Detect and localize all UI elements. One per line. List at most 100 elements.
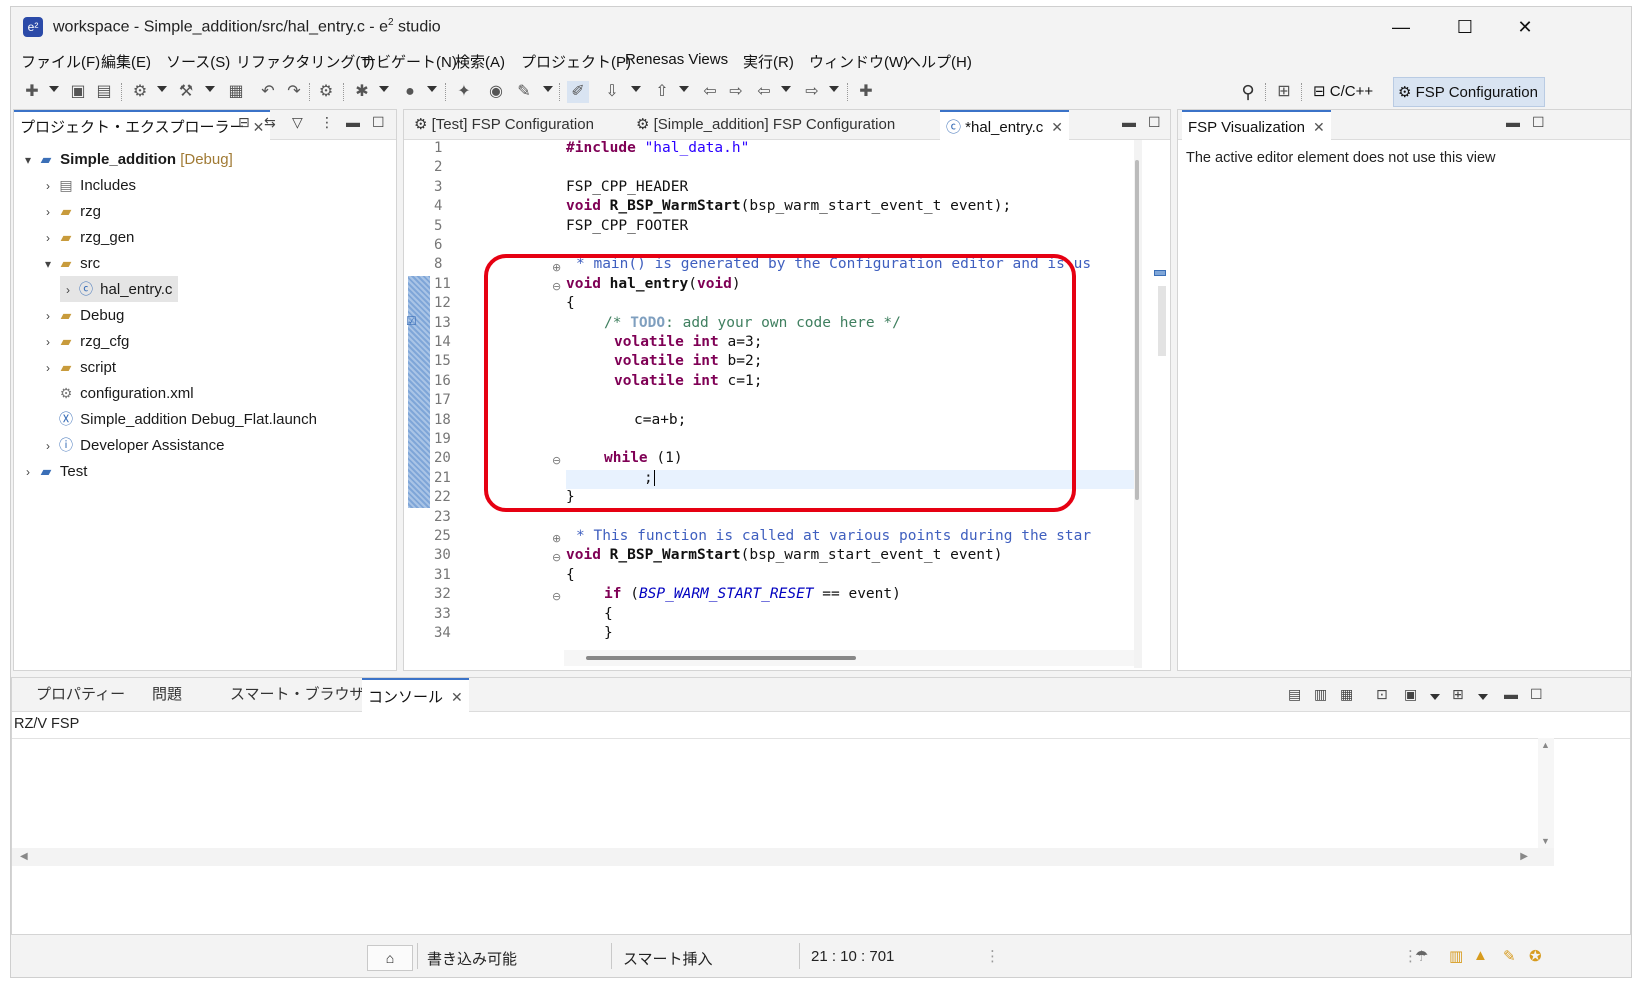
forward-dropdown-icon[interactable] <box>829 86 839 92</box>
close-icon[interactable]: ✕ <box>1313 119 1325 135</box>
close-icon[interactable]: ✕ <box>253 119 265 135</box>
tree-item-configuration-xml[interactable]: ⚙ configuration.xml <box>56 380 194 406</box>
next-annotation-dropdown-icon[interactable] <box>631 86 641 92</box>
fold-collapse-icon[interactable]: ⊖ <box>552 590 561 603</box>
smart-icon[interactable]: ✪ <box>1529 947 1542 965</box>
minimize-view-icon[interactable]: ▬ <box>1506 114 1520 130</box>
chevron-down-icon[interactable]: ▾ <box>20 147 36 173</box>
tab-hal-entry[interactable]: ⓒ *hal_entry.c ✕ <box>940 110 1070 140</box>
binary-icon[interactable]: ▦ <box>225 81 247 103</box>
maximize-view-icon[interactable]: ☐ <box>372 114 385 131</box>
view-menu-icon[interactable]: ⋮ <box>320 114 334 131</box>
open-perspective-2-icon[interactable]: ⊞ <box>1273 81 1295 103</box>
scrollbar-thumb[interactable] <box>586 656 856 660</box>
console-output[interactable] <box>12 738 1630 848</box>
tab-project-explorer[interactable]: プロジェクト・エクスプローラー ✕ <box>14 110 271 140</box>
build-config-icon[interactable]: ⚙ <box>129 81 151 103</box>
scroll-down-icon[interactable]: ▼ <box>1541 836 1550 846</box>
tab-test-fsp-config[interactable]: ⚙ [Test] FSP Configuration <box>408 110 600 140</box>
tree-item-src[interactable]: ▾ ▰ src <box>40 250 100 276</box>
menu-help[interactable]: ヘルプ(H) <box>906 51 972 72</box>
menu-file[interactable]: ファイル(F) <box>21 51 100 72</box>
menu-run[interactable]: 実行(R) <box>743 51 794 72</box>
search-icon[interactable]: ⚲ <box>1237 81 1259 103</box>
tree-item-rzg-gen[interactable]: › ▰ rzg_gen <box>40 224 134 250</box>
scrollbar-thumb[interactable] <box>1135 160 1139 500</box>
settings-gear-icon[interactable]: ⚙ <box>315 81 337 103</box>
close-button[interactable]: ✕ <box>1495 11 1555 43</box>
console-horizontal-scrollbar[interactable]: ◀ ▶ <box>12 848 1554 866</box>
back-dropdown-icon[interactable] <box>781 86 791 92</box>
tree-item-rzg-cfg[interactable]: › ▰ rzg_cfg <box>40 328 129 354</box>
tab-problems[interactable]: 問題 <box>146 678 188 712</box>
open-perspective-icon[interactable]: ✚ <box>855 81 877 103</box>
save-all-icon[interactable]: ▤ <box>93 81 115 103</box>
chevron-right-icon[interactable]: › <box>40 199 56 225</box>
minimize-view-icon[interactable]: ▬ <box>346 114 360 130</box>
overview-ruler-thumb[interactable] <box>1158 286 1166 356</box>
minimize-view-icon[interactable]: ▬ <box>1122 114 1136 130</box>
open-type-icon[interactable]: ◉ <box>485 81 507 103</box>
scroll-right-icon[interactable]: ▶ <box>1520 851 1528 862</box>
run-icon[interactable]: ● <box>399 81 421 103</box>
overview-ruler-marker[interactable] <box>1154 270 1166 276</box>
new-console-dropdown-icon[interactable] <box>1478 694 1488 700</box>
learn-icon[interactable]: ▲ <box>1473 947 1488 964</box>
new-console-icon[interactable]: ⊞ <box>1452 686 1464 703</box>
scroll-left-icon[interactable]: ◀ <box>20 851 28 862</box>
menu-window[interactable]: ウィンドウ(W) <box>809 51 908 72</box>
maximize-button[interactable]: ☐ <box>1435 11 1495 43</box>
perspective-fsp-button[interactable]: ⚙ FSP Configuration <box>1393 77 1545 107</box>
close-icon[interactable]: ✕ <box>451 689 463 705</box>
maximize-view-icon[interactable]: ☐ <box>1532 114 1545 131</box>
menu-search[interactable]: 検索(A) <box>455 51 505 72</box>
menu-renesas-views[interactable]: Renesas Views <box>625 51 728 68</box>
maximize-view-icon[interactable]: ☐ <box>1530 686 1543 703</box>
undo-icon[interactable]: ↶ <box>257 81 279 103</box>
chevron-right-icon[interactable]: › <box>40 433 56 459</box>
prev-annotation-icon[interactable]: ⇧ <box>651 81 673 103</box>
save-icon[interactable]: ▣ <box>67 81 89 103</box>
tab-console[interactable]: コンソール ✕ <box>362 678 469 712</box>
word-wrap-icon[interactable]: ▦ <box>1340 686 1353 703</box>
build-config-dropdown-icon[interactable] <box>157 86 167 92</box>
tree-item-test[interactable]: › ▰ Test <box>20 458 87 484</box>
back-icon[interactable]: ⇦ <box>753 81 775 103</box>
console-vertical-scrollbar[interactable]: ▲ ▼ <box>1538 738 1554 848</box>
menu-edit[interactable]: 編集(E) <box>101 51 151 72</box>
target-icon[interactable]: ✦ <box>453 81 475 103</box>
pen-dropdown-icon[interactable] <box>543 86 553 92</box>
tree-item-script[interactable]: › ▰ script <box>40 354 116 380</box>
menu-navigate[interactable]: ナビゲート(N) <box>361 51 457 72</box>
filter-icon[interactable]: ▽ <box>292 114 303 131</box>
display-console-dropdown-icon[interactable] <box>1430 694 1440 700</box>
perspective-cpp-button[interactable]: ⊟ C/C++ <box>1309 77 1379 107</box>
tree-item-hal-entry[interactable]: › ⓒ hal_entry.c <box>60 276 179 302</box>
prev-annotation-dropdown-icon[interactable] <box>679 86 689 92</box>
tree-item-launch-file[interactable]: Ⓧ Simple_addition Debug_Flat.launch <box>56 406 317 432</box>
vertical-scrollbar[interactable] <box>1134 140 1142 668</box>
menu-source[interactable]: ソース(S) <box>166 51 230 72</box>
wand-icon[interactable]: ✎ <box>1503 947 1516 965</box>
scroll-lock-icon[interactable]: ▥ <box>1314 686 1327 703</box>
tree-item-rzg[interactable]: › ▰ rzg <box>40 198 101 224</box>
manual-icon[interactable]: ▥ <box>1449 947 1463 965</box>
tab-properties[interactable]: プロパティー <box>30 678 131 712</box>
collapse-all-icon[interactable]: ⊟ <box>238 114 250 131</box>
tab-fsp-visualization[interactable]: FSP Visualization ✕ <box>1182 110 1331 140</box>
tree-item-debug[interactable]: › ▰ Debug <box>40 302 124 328</box>
forward-icon[interactable]: ⇨ <box>801 81 823 103</box>
horizontal-scrollbar[interactable] <box>564 650 1134 666</box>
new-dropdown-icon[interactable] <box>49 86 59 92</box>
close-icon[interactable]: ✕ <box>1051 119 1063 135</box>
menu-project[interactable]: プロジェクト(P) <box>521 51 631 72</box>
run-dropdown-icon[interactable] <box>427 86 437 92</box>
debug-bug-icon[interactable]: ✱ <box>351 81 373 103</box>
chevron-down-icon[interactable]: ▾ <box>40 251 56 277</box>
debug-dropdown-icon[interactable] <box>379 86 389 92</box>
chevron-right-icon[interactable]: › <box>40 355 56 381</box>
minimize-view-icon[interactable]: ▬ <box>1504 686 1518 702</box>
link-editor-icon[interactable]: ⇆ <box>264 114 276 131</box>
tab-simple-addition-fsp-config[interactable]: ⚙ [Simple_addition] FSP Configuration <box>630 110 901 140</box>
tree-item-includes[interactable]: › ▤ Includes <box>40 172 136 198</box>
